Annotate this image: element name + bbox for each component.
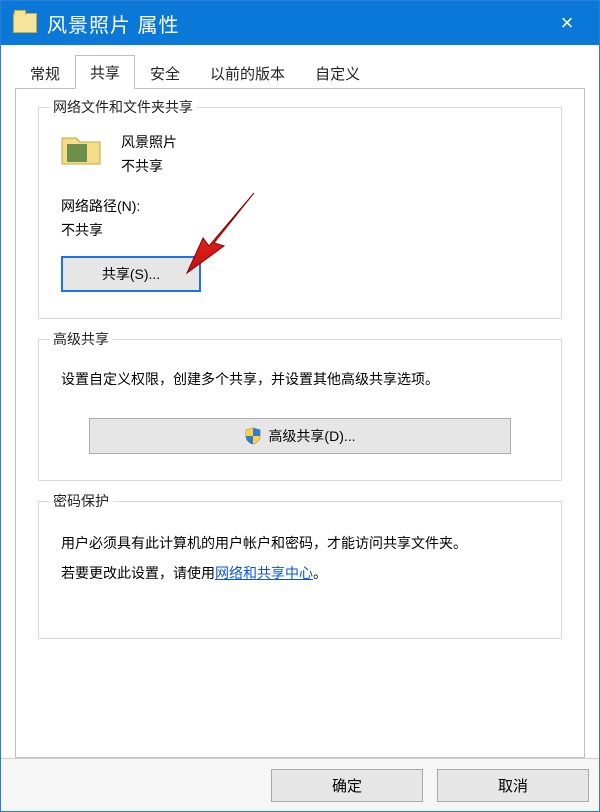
tab-panel-sharing: 网络文件和文件夹共享 风景照片 不共享 网络 (15, 88, 585, 758)
uac-shield-icon (244, 427, 262, 445)
window-title: 风景照片 属性 (47, 9, 547, 38)
password-line2-prefix: 若要更改此设置，请使用 (61, 565, 215, 581)
folder-icon (13, 13, 37, 33)
tab-customize[interactable]: 自定义 (300, 56, 375, 89)
tab-strip: 常规 共享 安全 以前的版本 自定义 (15, 55, 585, 89)
password-protect-group: 密码保护 用户必须具有此计算机的用户帐户和密码，才能访问共享文件夹。 若要更改此… (38, 501, 562, 639)
tab-general[interactable]: 常规 (15, 56, 75, 89)
dialog-footer: 确定 取消 (1, 758, 599, 811)
close-button[interactable]: × (547, 1, 587, 45)
tab-security[interactable]: 安全 (135, 56, 195, 89)
network-center-link[interactable]: 网络和共享中心 (215, 565, 313, 581)
advanced-share-button[interactable]: 高级共享(D)... (89, 418, 511, 454)
password-protect-text: 用户必须具有此计算机的用户帐户和密码，才能访问共享文件夹。 若要更改此设置，请使… (55, 524, 545, 588)
titlebar: 风景照片 属性 × (1, 1, 599, 45)
ok-button[interactable]: 确定 (271, 769, 423, 802)
advanced-share-title: 高级共享 (49, 329, 113, 349)
password-protect-title: 密码保护 (49, 491, 113, 511)
password-line2: 若要更改此设置，请使用网络和共享中心。 (61, 558, 539, 588)
network-path-label: 网络路径(N): (61, 194, 545, 218)
password-line2-suffix: 。 (313, 565, 327, 581)
password-line1: 用户必须具有此计算机的用户帐户和密码，才能访问共享文件夹。 (61, 528, 539, 558)
network-path-value: 不共享 (61, 218, 545, 242)
content-area: 常规 共享 安全 以前的版本 自定义 网络文件和文件夹共享 (1, 45, 599, 758)
big-folder-icon (61, 132, 101, 166)
folder-info: 风景照片 不共享 (121, 130, 177, 178)
share-state: 不共享 (121, 154, 177, 178)
advanced-share-button-label: 高级共享(D)... (268, 426, 355, 446)
network-path-block: 网络路径(N): 不共享 (55, 194, 545, 242)
folder-name: 风景照片 (121, 130, 177, 154)
advanced-share-group: 高级共享 设置自定义权限，创建多个共享，并设置其他高级共享选项。 (38, 339, 562, 481)
folder-row: 风景照片 不共享 (55, 130, 545, 178)
advanced-share-desc: 设置自定义权限，创建多个共享，并设置其他高级共享选项。 (55, 362, 545, 418)
network-share-title: 网络文件和文件夹共享 (49, 97, 197, 117)
tab-previous-versions[interactable]: 以前的版本 (195, 56, 300, 89)
cancel-button[interactable]: 取消 (437, 769, 589, 802)
share-button[interactable]: 共享(S)... (61, 256, 201, 292)
network-share-group: 网络文件和文件夹共享 风景照片 不共享 网络 (38, 107, 562, 319)
tab-sharing[interactable]: 共享 (75, 55, 135, 89)
properties-dialog: 风景照片 属性 × 常规 共享 安全 以前的版本 自定义 网络文件和文件夹共享 (0, 0, 600, 812)
